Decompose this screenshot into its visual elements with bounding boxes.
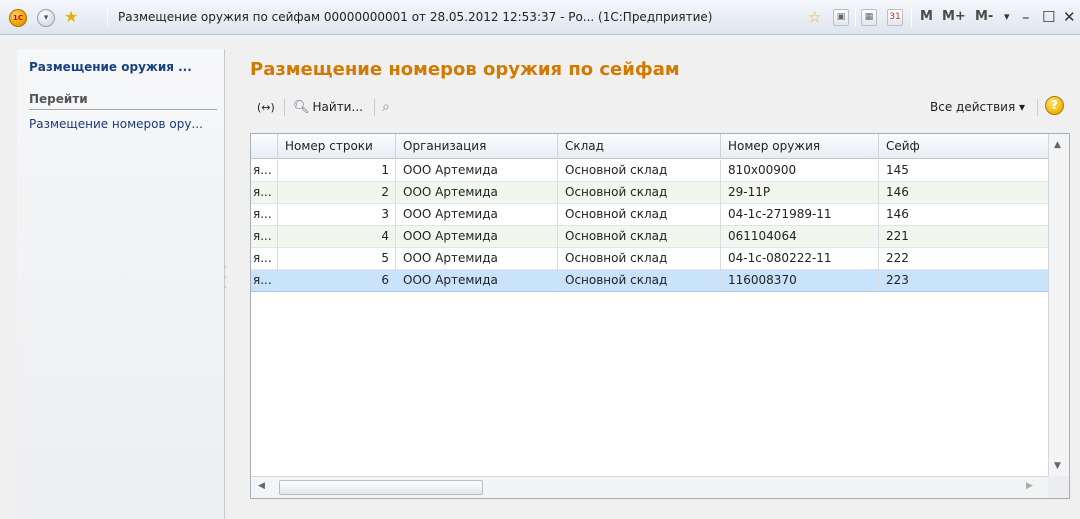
cell-weapon-number[interactable]: 810x00900: [721, 160, 879, 182]
toolbar-separator: [374, 99, 375, 116]
cell-organization[interactable]: ООО Артемида: [396, 226, 558, 248]
minimize-icon[interactable]: –: [1022, 7, 1030, 27]
cell-safe[interactable]: 146: [879, 204, 1048, 226]
scroll-corner: [1048, 476, 1069, 498]
horizontal-scroll-thumb[interactable]: [279, 480, 483, 495]
page-title: Размещение номеров оружия по сейфам: [250, 59, 680, 80]
panel-resize-grip-icon[interactable]: ⠂: [224, 284, 229, 292]
all-actions-button[interactable]: Все действия ▾: [930, 96, 1025, 118]
weapons-table[interactable]: Номер строки Организация Склад Номер ору…: [250, 133, 1070, 499]
find-button[interactable]: 🔍︎ Найти...: [293, 96, 363, 118]
cell-weapon-number[interactable]: 04-1с-271989-11: [721, 204, 879, 226]
cell-warehouse[interactable]: Основной склад: [558, 160, 721, 182]
cell-row-number[interactable]: 1: [278, 160, 396, 182]
cell-weapon-number[interactable]: 29-11Р: [721, 182, 879, 204]
vertical-scrollbar[interactable]: ▲ ▼: [1048, 134, 1069, 476]
options-dropdown-icon[interactable]: ▾: [1004, 7, 1010, 27]
row-marker: я...: [251, 226, 278, 248]
table-row[interactable]: я... 3 ООО Артемида Основной склад 04-1с…: [251, 204, 1048, 226]
navigation-panel: Размещение оружия ... Перейти Размещение…: [17, 49, 229, 519]
search-icon: 🔍︎: [293, 99, 310, 115]
cell-organization[interactable]: ООО Артемида: [396, 270, 558, 292]
cell-safe[interactable]: 222: [879, 248, 1048, 270]
cell-organization[interactable]: ООО Артемида: [396, 248, 558, 270]
cell-warehouse[interactable]: Основной склад: [558, 182, 721, 204]
column-header-warehouse[interactable]: Склад: [558, 134, 721, 159]
cell-safe[interactable]: 221: [879, 226, 1048, 248]
close-icon[interactable]: ✕: [1063, 7, 1076, 27]
cell-organization[interactable]: ООО Артемида: [396, 160, 558, 182]
row-marker: я...: [251, 248, 278, 270]
cell-warehouse[interactable]: Основной склад: [558, 204, 721, 226]
cell-weapon-number[interactable]: 116008370: [721, 270, 879, 292]
maximize-icon[interactable]: ☐: [1042, 7, 1055, 27]
cell-warehouse[interactable]: Основной склад: [558, 248, 721, 270]
row-marker: я...: [251, 182, 278, 204]
cell-safe[interactable]: 223: [879, 270, 1048, 292]
titlebar-separator: [855, 8, 856, 27]
column-header-safe[interactable]: Сейф: [879, 134, 1048, 159]
scroll-down-icon[interactable]: ▼: [1054, 461, 1061, 471]
toolbar-separator: [284, 99, 285, 116]
table-row[interactable]: я... 5 ООО Артемида Основной склад 04-1с…: [251, 248, 1048, 270]
scroll-right-icon[interactable]: ▶: [1026, 481, 1033, 491]
link-button[interactable]: (↔): [257, 96, 275, 118]
bookmark-icon[interactable]: ▣: [833, 9, 849, 26]
calculator-icon[interactable]: ▦: [861, 9, 877, 26]
scroll-up-icon[interactable]: ▲: [1054, 140, 1061, 150]
horizontal-scrollbar[interactable]: ◀ ▶: [251, 476, 1048, 498]
cancel-search-icon[interactable]: ⌕: [382, 96, 390, 118]
nav-item-weapon-numbers[interactable]: Размещение номеров ору...: [29, 117, 203, 131]
cell-row-number[interactable]: 6: [278, 270, 396, 292]
calendar-icon[interactable]: 31: [887, 9, 903, 26]
cell-row-number[interactable]: 3: [278, 204, 396, 226]
help-icon[interactable]: ?: [1045, 96, 1064, 115]
row-marker: я...: [251, 270, 278, 292]
cell-row-number[interactable]: 2: [278, 182, 396, 204]
table-row-selected[interactable]: я... 6 ООО Артемида Основной склад 11600…: [251, 270, 1048, 292]
cell-row-number[interactable]: 5: [278, 248, 396, 270]
table-row[interactable]: я... 2 ООО Артемида Основной склад 29-11…: [251, 182, 1048, 204]
cell-organization[interactable]: ООО Артемида: [396, 182, 558, 204]
nav-divider: [29, 109, 217, 110]
panel-resize-grip-icon[interactable]: ⠂: [224, 274, 229, 282]
window-titlebar: 1C ▾ ★ Размещение оружия по сейфам 00000…: [0, 0, 1080, 35]
window-title: Размещение оружия по сейфам 00000000001 …: [118, 10, 713, 24]
scroll-left-icon[interactable]: ◀: [258, 481, 265, 491]
favorites-star-icon[interactable]: ★: [64, 8, 78, 26]
table-header: Номер строки Организация Склад Номер ору…: [251, 134, 1048, 159]
column-header-marker: [251, 134, 278, 159]
panel-resize-grip-icon[interactable]: ⠂: [224, 264, 229, 272]
cell-warehouse[interactable]: Основной склад: [558, 226, 721, 248]
column-header-organization[interactable]: Организация: [396, 134, 558, 159]
cell-warehouse[interactable]: Основной склад: [558, 270, 721, 292]
form-toolbar: (↔) 🔍︎ Найти... ⌕ Все действия ▾ ?: [250, 96, 1080, 120]
cell-row-number[interactable]: 4: [278, 226, 396, 248]
find-button-label: Найти...: [312, 100, 363, 114]
column-header-weapon-number[interactable]: Номер оружия: [721, 134, 879, 159]
menu-dropdown-icon[interactable]: ▾: [37, 9, 55, 27]
cell-safe[interactable]: 145: [879, 160, 1048, 182]
memory-minus-button[interactable]: M-: [975, 9, 993, 24]
cell-safe[interactable]: 146: [879, 182, 1048, 204]
toolbar-separator: [1037, 99, 1038, 116]
titlebar-separator: [911, 8, 912, 27]
cell-weapon-number[interactable]: 04-1с-080222-11: [721, 248, 879, 270]
add-favorite-icon[interactable]: ☆: [808, 8, 821, 26]
memory-m-button[interactable]: M: [920, 9, 933, 24]
titlebar-separator: [107, 8, 108, 27]
1c-logo-icon[interactable]: 1C: [9, 9, 27, 27]
nav-panel-title[interactable]: Размещение оружия ...: [29, 60, 192, 74]
table-row[interactable]: я... 4 ООО Артемида Основной склад 06110…: [251, 226, 1048, 248]
nav-section-goto: Перейти: [29, 92, 88, 106]
cell-organization[interactable]: ООО Артемида: [396, 204, 558, 226]
row-marker: я...: [251, 204, 278, 226]
column-header-row-number[interactable]: Номер строки: [278, 134, 396, 159]
cell-weapon-number[interactable]: 061104064: [721, 226, 879, 248]
memory-plus-button[interactable]: M+: [942, 9, 966, 24]
row-marker: я...: [251, 160, 278, 182]
table-row[interactable]: я... 1 ООО Артемида Основной склад 810x0…: [251, 160, 1048, 182]
